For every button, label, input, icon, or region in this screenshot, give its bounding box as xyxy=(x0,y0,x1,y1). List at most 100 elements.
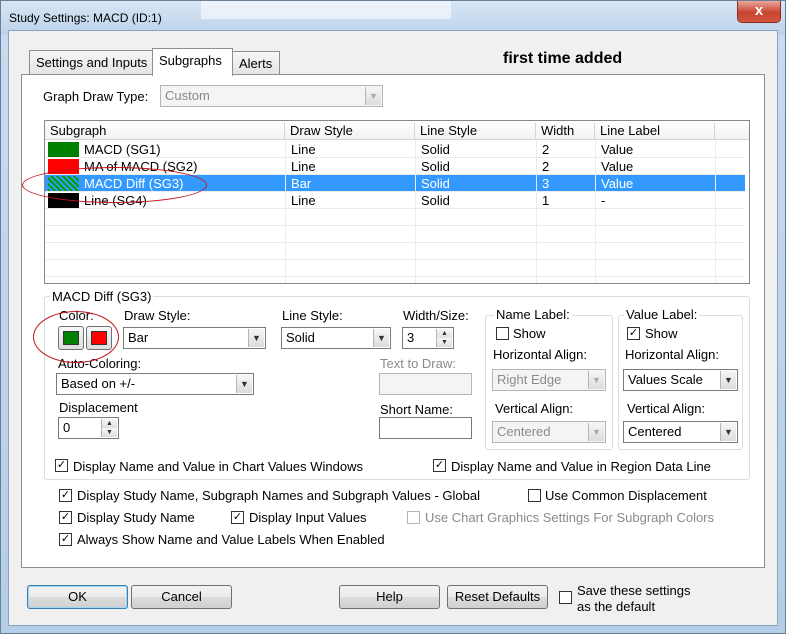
subgraph-cell-draw-style: Line xyxy=(291,142,316,157)
subgraph-cell-line-label: - xyxy=(601,193,606,208)
spin-up-icon[interactable]: ▲ xyxy=(102,419,117,428)
spin-down-icon[interactable]: ▼ xyxy=(437,338,452,347)
save-settings-label-line2: as the default xyxy=(577,599,656,614)
help-button[interactable]: Help xyxy=(339,585,440,609)
name-h-align-label: Horizontal Align: xyxy=(493,347,587,362)
save-settings-checkbox[interactable] xyxy=(559,591,572,604)
subgraph-color-swatch xyxy=(48,142,79,157)
reset-defaults-button[interactable]: Reset Defaults xyxy=(447,585,548,609)
tab-subgraphs[interactable]: Subgraphs xyxy=(152,48,233,76)
value-label-show-checkbox[interactable]: ✓ xyxy=(627,327,640,340)
chevron-down-icon: ▼ xyxy=(365,87,381,105)
display-study-global-checkbox[interactable]: ✓ xyxy=(59,489,72,502)
save-settings-label-line1: Save these settings xyxy=(577,583,691,598)
close-button[interactable]: x xyxy=(737,1,781,23)
tab-alerts[interactable]: Alerts xyxy=(232,51,280,75)
subgraph-cell-width: 3 xyxy=(542,176,550,191)
width-size-stepper[interactable]: 3 ▲ ▼ xyxy=(402,327,454,349)
name-v-align-value: Centered xyxy=(497,424,551,439)
subgraph-cell-name: Line (SG4) xyxy=(84,193,147,208)
column-header-width[interactable]: Width xyxy=(536,123,595,140)
subgraph-list[interactable]: Subgraph Draw Style Line Style Width Lin… xyxy=(44,120,750,284)
subgraph-color-swatch xyxy=(48,159,79,174)
graph-draw-type-select[interactable]: Custom ▼ xyxy=(160,85,383,107)
subgraph-color-swatch xyxy=(48,193,79,208)
chevron-down-icon: ▼ xyxy=(720,423,736,441)
line-style-label: Line Style: xyxy=(282,308,343,323)
use-chart-graphics-label: Use Chart Graphics Settings For Subgraph… xyxy=(425,510,715,525)
spin-up-icon[interactable]: ▲ xyxy=(437,329,452,338)
subgraph-row[interactable]: MACD Diff (SG3) Bar Solid 3 Value xyxy=(45,175,745,192)
value-v-align-select[interactable]: Centered ▼ xyxy=(623,421,738,443)
subgraph-cell-name: MACD Diff (SG3) xyxy=(84,176,184,191)
tab-label: Settings and Inputs xyxy=(36,55,148,70)
name-h-align-value: Right Edge xyxy=(497,372,562,387)
cancel-button[interactable]: Cancel xyxy=(131,585,232,609)
subgraph-cell-name: MA of MACD (SG2) xyxy=(84,159,198,174)
subgraph-cell-line-label: Value xyxy=(601,142,634,157)
name-v-align-label: Vertical Align: xyxy=(495,401,574,416)
list-header: Subgraph Draw Style Line Style Width Lin… xyxy=(45,121,749,140)
ok-button[interactable]: OK xyxy=(27,585,128,609)
value-h-align-select[interactable]: Values Scale ▼ xyxy=(623,369,738,391)
subgraph-row[interactable]: Line (SG4) Line Solid 1 - xyxy=(45,192,745,209)
secondary-color-button[interactable] xyxy=(86,326,112,350)
display-region-data-label: Display Name and Value in Region Data Li… xyxy=(451,459,711,474)
name-label-show-checkbox[interactable] xyxy=(496,327,509,340)
tab-label: Subgraphs xyxy=(159,53,222,68)
value-v-align-label: Vertical Align: xyxy=(627,401,706,416)
spin-buttons[interactable]: ▲ ▼ xyxy=(436,329,452,347)
spin-buttons[interactable]: ▲ ▼ xyxy=(101,419,117,437)
subgraph-cell-width: 2 xyxy=(542,142,550,157)
line-style-select[interactable]: Solid ▼ xyxy=(281,327,391,349)
column-header-line-style[interactable]: Line Style xyxy=(415,123,536,140)
value-h-align-value: Values Scale xyxy=(628,372,703,387)
row-divider xyxy=(45,174,745,175)
column-divider xyxy=(285,140,286,283)
name-h-align-select[interactable]: Right Edge ▼ xyxy=(492,369,606,391)
chevron-down-icon: ▼ xyxy=(720,371,736,389)
spin-down-icon[interactable]: ▼ xyxy=(102,428,117,437)
subgraph-row[interactable]: MA of MACD (SG2) Line Solid 2 Value xyxy=(45,158,745,175)
subgraph-color-swatch xyxy=(48,176,79,191)
displacement-stepper[interactable]: 0 ▲ ▼ xyxy=(58,417,119,439)
display-region-data-checkbox[interactable]: ✓ xyxy=(433,459,446,472)
subgraph-cell-width: 2 xyxy=(542,159,550,174)
display-chart-values-checkbox[interactable]: ✓ xyxy=(55,459,68,472)
short-name-label: Short Name: xyxy=(380,402,453,417)
column-header-line-label[interactable]: Line Label xyxy=(595,123,715,140)
short-name-input[interactable] xyxy=(379,417,472,439)
column-header-draw-style[interactable]: Draw Style xyxy=(285,123,415,140)
use-chart-graphics-checkbox[interactable] xyxy=(407,511,420,524)
auto-coloring-label: Auto-Coloring: xyxy=(58,356,142,371)
value-label-show-text: Show xyxy=(645,326,678,341)
selected-subgraph-title: MACD Diff (SG3) xyxy=(50,289,154,304)
display-study-name-checkbox[interactable]: ✓ xyxy=(59,511,72,524)
display-input-values-label: Display Input Values xyxy=(249,510,367,525)
chevron-down-icon: ▼ xyxy=(248,329,264,347)
tab-settings-and-inputs[interactable]: Settings and Inputs xyxy=(29,50,153,74)
always-show-labels-checkbox[interactable]: ✓ xyxy=(59,533,72,546)
width-size-value: 3 xyxy=(407,330,415,345)
row-divider xyxy=(45,276,745,277)
subgraph-row[interactable]: MACD (SG1) Line Solid 2 Value xyxy=(45,141,745,158)
color-label: Color: xyxy=(59,308,94,323)
display-study-name-label: Display Study Name xyxy=(77,510,195,525)
primary-color-button[interactable] xyxy=(58,326,84,350)
name-v-align-select[interactable]: Centered ▼ xyxy=(492,421,606,443)
column-header-subgraph[interactable]: Subgraph xyxy=(45,123,285,140)
use-common-displacement-checkbox[interactable] xyxy=(528,489,541,502)
display-chart-values-label: Display Name and Value in Chart Values W… xyxy=(73,459,363,474)
tab-label: Alerts xyxy=(239,56,273,71)
value-v-align-value: Centered xyxy=(628,424,682,439)
display-input-values-checkbox[interactable]: ✓ xyxy=(231,511,244,524)
use-common-displacement-label: Use Common Displacement xyxy=(545,488,707,503)
value-label-title: Value Label: xyxy=(624,307,700,322)
subgraph-cell-line-label: Value xyxy=(601,176,634,191)
subgraph-cell-draw-style: Line xyxy=(291,159,316,174)
text-to-draw-input[interactable] xyxy=(379,373,472,395)
chevron-down-icon: ▼ xyxy=(373,329,389,347)
window-title: Study Settings: MACD (ID:1) xyxy=(9,11,162,25)
draw-style-select[interactable]: Bar ▼ xyxy=(123,327,266,349)
auto-coloring-select[interactable]: Based on +/- ▼ xyxy=(56,373,254,395)
